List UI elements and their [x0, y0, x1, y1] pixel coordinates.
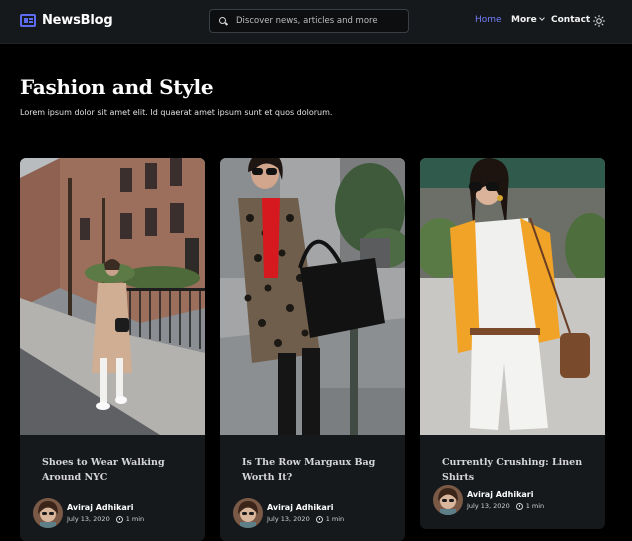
post-image[interactable] [420, 158, 605, 435]
post-meta: July 13, 2020 1 min [467, 502, 544, 510]
post-meta: July 13, 2020 1 min [267, 515, 344, 523]
clock-icon [315, 515, 323, 523]
brand-name: NewsBlog [42, 13, 113, 28]
post-author: Aviraj Adhikari July 13, 2020 1 min [433, 485, 544, 515]
post-card[interactable]: Shoes to Wear Walking Around NYC Aviraj … [20, 158, 205, 541]
read-time: 1 min [525, 502, 545, 510]
post-date: July 13, 2020 [267, 515, 310, 523]
post-title[interactable]: Is The Row Margaux Bag Worth It? [242, 455, 392, 485]
read-time: 1 min [325, 515, 345, 523]
avatar[interactable] [433, 485, 463, 515]
post-card[interactable]: Currently Crushing: Linen Shirts Aviraj … [420, 158, 605, 529]
post-date: July 13, 2020 [67, 515, 110, 523]
post-meta: July 13, 2020 1 min [67, 515, 144, 523]
author-name[interactable]: Aviraj Adhikari [467, 490, 544, 499]
sun-icon[interactable] [593, 15, 605, 27]
page-description: Lorem ipsum dolor sit amet elit. Id quae… [20, 108, 333, 117]
chevron-down-icon [538, 15, 545, 21]
post-author: Aviraj Adhikari July 13, 2020 1 min [233, 498, 344, 528]
avatar[interactable] [233, 498, 263, 528]
newspaper-icon [20, 14, 36, 27]
clock-icon [115, 515, 123, 523]
clock-icon [515, 502, 523, 510]
top-navbar: NewsBlog Home More Contact [0, 0, 632, 44]
search-box[interactable] [209, 9, 409, 33]
nav-home-link[interactable]: Home [475, 15, 502, 25]
post-date: July 13, 2020 [467, 502, 510, 510]
author-name[interactable]: Aviraj Adhikari [267, 503, 344, 512]
post-title[interactable]: Shoes to Wear Walking Around NYC [42, 455, 192, 485]
page-title: Fashion and Style [20, 75, 214, 99]
search-input[interactable] [236, 16, 396, 26]
post-author: Aviraj Adhikari July 13, 2020 1 min [33, 498, 144, 528]
read-time: 1 min [125, 515, 145, 523]
post-image[interactable] [220, 158, 405, 435]
brand-logo[interactable]: NewsBlog [20, 13, 113, 28]
nav-more-dropdown[interactable]: More [511, 15, 545, 25]
author-name[interactable]: Aviraj Adhikari [67, 503, 144, 512]
post-title[interactable]: Currently Crushing: Linen Shirts [442, 455, 592, 485]
post-card[interactable]: Is The Row Margaux Bag Worth It? Aviraj … [220, 158, 405, 541]
avatar[interactable] [33, 498, 63, 528]
search-icon [219, 16, 228, 26]
nav-more-label: More [511, 15, 537, 25]
post-image[interactable] [20, 158, 205, 435]
nav-contact-link[interactable]: Contact [551, 15, 590, 25]
